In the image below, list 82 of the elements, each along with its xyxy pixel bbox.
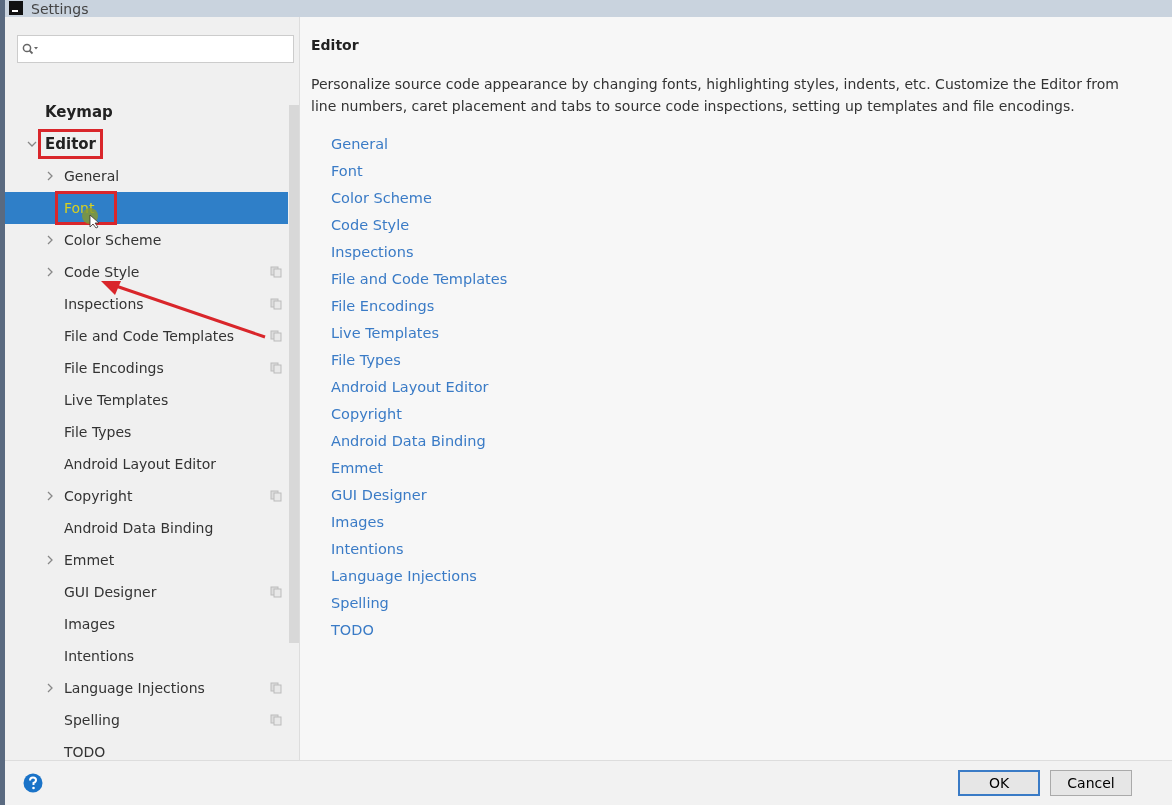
copy-icon [270, 330, 282, 342]
tree-item-row[interactable]: File and Code Templates [5, 320, 288, 352]
tree-item-row[interactable]: General [5, 160, 288, 192]
chevron-right-icon[interactable] [45, 235, 55, 245]
tree-item[interactable]: Editor [38, 129, 103, 159]
app-icon [9, 1, 23, 15]
copy-icon [270, 586, 282, 598]
copy-icon [270, 298, 282, 310]
settings-link[interactable]: Spelling [331, 590, 389, 617]
chevron-right-icon[interactable] [45, 683, 55, 693]
tree-item: Emmet [63, 551, 116, 570]
tree-item: Color Scheme [63, 231, 163, 250]
chevron-down-icon[interactable] [27, 139, 37, 149]
settings-link[interactable]: Copyright [331, 401, 402, 428]
tree-item-row[interactable]: Color Scheme [5, 224, 288, 256]
copy-icon [270, 362, 282, 374]
tree-item: Live Templates [63, 391, 170, 410]
tree-item: Code Style [63, 263, 141, 282]
tree-item: GUI Designer [63, 583, 158, 602]
tree-item: Intentions [63, 647, 136, 666]
tree-item: Copyright [63, 487, 134, 506]
tree-item: Android Layout Editor [63, 455, 218, 474]
settings-link[interactable]: TODO [331, 617, 374, 644]
search-field[interactable] [17, 35, 294, 63]
search-icon [22, 43, 40, 55]
copy-icon [270, 490, 282, 502]
tree-item-row[interactable]: TODO [5, 736, 288, 768]
tree-item-row[interactable]: Spelling [5, 704, 288, 736]
tree-item-row[interactable]: Copyright [5, 480, 288, 512]
settings-link[interactable]: GUI Designer [331, 482, 427, 509]
copy-icon [270, 714, 282, 726]
tree-item-row[interactable]: Emmet [5, 544, 288, 576]
tree-item: File Encodings [63, 359, 165, 378]
tree-item-row[interactable]: Live Templates [5, 384, 288, 416]
tree-item-row[interactable]: File Encodings [5, 352, 288, 384]
tree-item-row[interactable]: Code Style [5, 256, 288, 288]
tree-item: Language Injections [63, 679, 206, 698]
tree-item: Inspections [63, 295, 145, 314]
settings-link[interactable]: General [331, 131, 389, 158]
tree-item-row[interactable]: File Types [5, 416, 288, 448]
cancel-button[interactable]: Cancel [1050, 770, 1132, 796]
chevron-right-icon[interactable] [45, 267, 55, 277]
tree-item: File and Code Templates [63, 327, 236, 346]
settings-link[interactable]: File Encodings [331, 293, 435, 320]
tree-item: TODO [63, 743, 107, 762]
settings-link[interactable]: Inspections [331, 239, 414, 266]
settings-link[interactable]: File and Code Templates [331, 266, 508, 293]
tree-item: Images [63, 615, 117, 634]
description-text: Personalize source code appearance by changing fonts, highlighting styles, indents, etc. Customize the Editor from line numbers, caret placement and tabs to source code inspections, setting up templates and file encodings. [311, 75, 1120, 116]
tree-item-row[interactable]: GUI Designer [5, 576, 288, 608]
settings-link[interactable]: Android Data Binding [331, 428, 486, 455]
chevron-right-icon[interactable] [45, 555, 55, 565]
settings-link[interactable]: Color Scheme [331, 185, 432, 212]
window-title: Settings [31, 2, 89, 17]
chevron-right-icon[interactable] [45, 491, 55, 501]
chevron-right-icon[interactable] [45, 171, 55, 181]
settings-link[interactable]: Font [331, 158, 363, 185]
settings-link[interactable]: Android Layout Editor [331, 374, 489, 401]
settings-link[interactable]: Emmet [331, 455, 384, 482]
tree-item: Android Data Binding [63, 519, 215, 538]
tree-item: General [63, 167, 121, 186]
copy-icon [270, 266, 282, 278]
tree-item: Spelling [63, 711, 121, 730]
ok-button[interactable]: OK [958, 770, 1040, 796]
help-icon[interactable] [23, 773, 43, 793]
settings-link[interactable]: Images [331, 509, 384, 536]
tree-item[interactable]: Keymap [38, 97, 120, 127]
settings-link[interactable]: Code Style [331, 212, 410, 239]
tree-item-row[interactable]: Intentions [5, 640, 288, 672]
tree-item-row[interactable]: Android Layout Editor [5, 448, 288, 480]
section-title: Editor [311, 37, 360, 53]
copy-icon [270, 682, 282, 694]
settings-link[interactable]: Intentions [331, 536, 404, 563]
tree-item: File Types [63, 423, 133, 442]
settings-link[interactable]: Live Templates [331, 320, 439, 347]
tree-item-row[interactable]: Language Injections [5, 672, 288, 704]
tree-item-row[interactable]: Inspections [5, 288, 288, 320]
tree-item-row[interactable]: Android Data Binding [5, 512, 288, 544]
scrollbar[interactable] [289, 105, 299, 643]
tree-item-row[interactable]: Images [5, 608, 288, 640]
settings-link[interactable]: Language Injections [331, 563, 477, 590]
settings-link[interactable]: File Types [331, 347, 401, 374]
